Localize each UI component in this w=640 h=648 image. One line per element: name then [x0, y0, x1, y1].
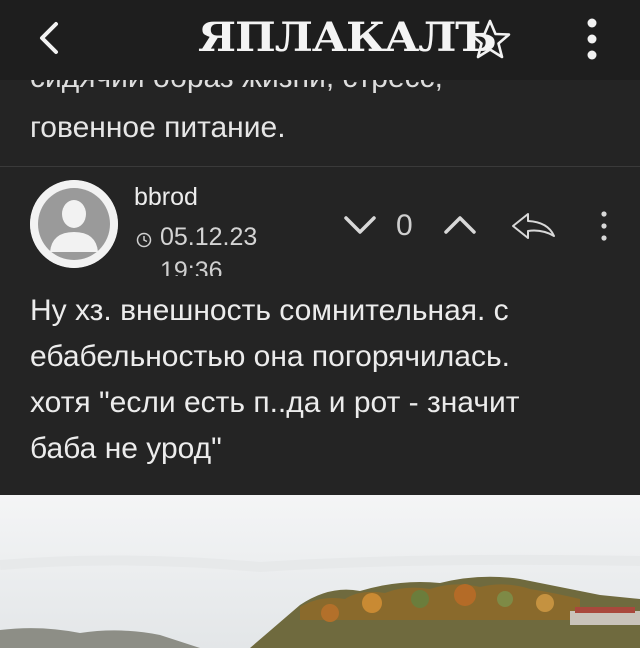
landscape-photo — [0, 495, 640, 648]
overflow-menu-button[interactable] — [572, 14, 612, 64]
reply-arrow-icon — [512, 213, 555, 239]
comment-author[interactable]: bbrod — [134, 182, 198, 212]
previous-comment-text: говенное питание. — [30, 111, 286, 144]
more-vertical-icon — [601, 211, 607, 241]
vote-up-button[interactable] — [440, 210, 480, 240]
vote-down-button[interactable] — [340, 210, 380, 240]
comment-body: Ну хз. внешность сомнительная. с ебабель… — [30, 294, 520, 465]
avatar[interactable] — [30, 180, 118, 268]
comment-menu-button[interactable] — [594, 206, 614, 246]
back-button[interactable] — [28, 14, 74, 62]
reply-button[interactable] — [508, 206, 560, 246]
chevron-left-icon — [40, 22, 58, 54]
vote-count: 0 — [396, 209, 413, 242]
more-vertical-icon — [587, 18, 597, 60]
comment-time-clip: 19:36 — [160, 254, 280, 276]
site-logo[interactable]: ЯПЛАКАЛЪ — [198, 13, 497, 63]
chevron-up-icon — [444, 216, 476, 234]
star-outline-icon — [469, 19, 511, 59]
post-image[interactable] — [0, 495, 640, 648]
top-app-bar: ЯПЛАКАЛЪ — [0, 0, 640, 80]
chevron-down-icon — [344, 216, 376, 234]
clock-icon — [136, 232, 152, 248]
favorite-button[interactable] — [466, 16, 514, 64]
comment-date: 05.12.23 — [160, 223, 258, 251]
comment-divider — [0, 166, 640, 167]
default-user-avatar — [30, 180, 118, 268]
comment-time: 19:36 — [160, 257, 223, 276]
